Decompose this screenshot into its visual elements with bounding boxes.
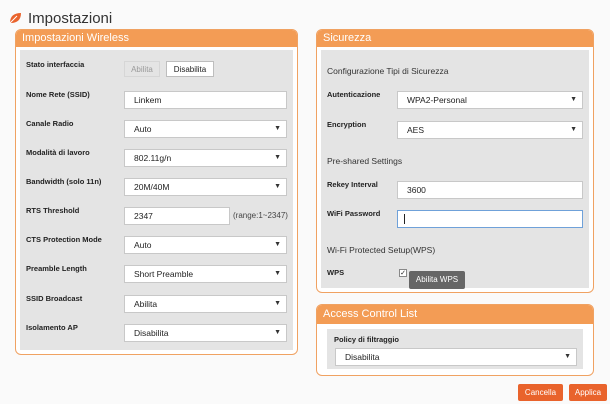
preamble-select[interactable]: Short Preamble ▼ xyxy=(124,265,287,283)
ssid-input[interactable]: Linkem xyxy=(124,91,287,109)
autenticazione-select[interactable]: WPA2-Personal ▼ xyxy=(397,91,583,109)
row-bandwidth: Bandwidth (solo 11n) 20M/40M ▼ xyxy=(20,173,293,199)
wireless-panel-title: Impostazioni Wireless xyxy=(16,30,297,47)
row-wps: WPS ✓ Abilita WPS xyxy=(321,264,589,290)
bandwidth-label: Bandwidth (solo 11n) xyxy=(26,177,102,186)
canale-value: Auto xyxy=(134,124,152,134)
dropdown-arrow-icon: ▼ xyxy=(564,353,571,360)
modalita-select[interactable]: 802.11g/n ▼ xyxy=(124,149,287,167)
preshared-settings-heading: Pre-shared Settings xyxy=(327,156,403,166)
dropdown-arrow-icon: ▼ xyxy=(274,125,281,132)
dropdown-arrow-icon: ▼ xyxy=(274,270,281,277)
policy-value: Disabilita xyxy=(345,352,380,362)
bandwidth-value: 20M/40M xyxy=(134,182,170,192)
row-preamble: Preamble Length Short Preamble ▼ xyxy=(20,260,293,286)
cts-label: CTS Protection Mode xyxy=(26,235,102,244)
rts-range: (range:1~2347) xyxy=(233,211,288,220)
preamble-value: Short Preamble xyxy=(134,269,194,279)
row-stato-interfaccia: Stato interfaccia Abilita Disabilita xyxy=(20,56,293,82)
sicurezza-panel: Sicurezza Configurazione Tipi di Sicurez… xyxy=(316,29,594,293)
modalita-label: Modalità di lavoro xyxy=(26,148,90,157)
policy-select[interactable]: Disabilita ▼ xyxy=(335,348,577,366)
page-title: Impostazioni xyxy=(28,9,113,27)
cancel-button[interactable]: Cancella xyxy=(518,384,563,401)
ssid-broadcast-value: Abilita xyxy=(134,299,158,309)
encryption-value: AES xyxy=(407,125,425,135)
row-encryption: Encryption AES ▼ xyxy=(321,116,589,142)
wireless-panel-body: Stato interfaccia Abilita Disabilita Nom… xyxy=(20,50,293,350)
wireless-panel: Impostazioni Wireless Stato interfaccia … xyxy=(15,29,298,355)
preamble-label: Preamble Length xyxy=(26,264,87,273)
rts-input[interactable]: 2347 xyxy=(124,207,230,225)
canale-select[interactable]: Auto ▼ xyxy=(124,120,287,138)
autenticazione-value: WPA2-Personal xyxy=(407,95,467,105)
row-isolamento: Isolamento AP Disabilita ▼ xyxy=(20,319,293,345)
rekey-label: Rekey Interval xyxy=(327,180,378,189)
bandwidth-select[interactable]: 20M/40M ▼ xyxy=(124,178,287,196)
ssid-broadcast-select[interactable]: Abilita ▼ xyxy=(124,295,287,313)
config-tipi-sicurezza-heading: Configurazione Tipi di Sicurezza xyxy=(327,66,449,76)
ssid-broadcast-label: SSID Broadcast xyxy=(26,294,83,303)
wps-checkbox[interactable]: ✓ xyxy=(399,269,407,277)
isolamento-label: Isolamento AP xyxy=(26,323,78,332)
rekey-input[interactable]: 3600 xyxy=(397,181,583,199)
dropdown-arrow-icon: ▼ xyxy=(274,329,281,336)
dropdown-arrow-icon: ▼ xyxy=(274,300,281,307)
disabilita-toggle[interactable]: Disabilita xyxy=(166,61,214,77)
encryption-select[interactable]: AES ▼ xyxy=(397,121,583,139)
modalita-value: 802.11g/n xyxy=(134,153,172,163)
wps-label: WPS xyxy=(327,268,345,277)
row-rekey: Rekey Interval 3600 xyxy=(321,176,589,202)
row-canale: Canale Radio Auto ▼ xyxy=(20,115,293,141)
leaf-icon xyxy=(9,13,21,24)
row-ssid: Nome Rete (SSID) Linkem xyxy=(20,86,293,112)
row-cts: CTS Protection Mode Auto ▼ xyxy=(20,231,293,257)
dropdown-arrow-icon: ▼ xyxy=(570,126,577,133)
isolamento-select[interactable]: Disabilita ▼ xyxy=(124,324,287,342)
abilita-toggle[interactable]: Abilita xyxy=(124,61,160,77)
acl-panel-body: Policy di filtraggio Disabilita ▼ xyxy=(327,329,583,369)
text-cursor xyxy=(404,214,405,224)
cts-value: Auto xyxy=(134,240,152,250)
cts-select[interactable]: Auto ▼ xyxy=(124,236,287,254)
dropdown-arrow-icon: ▼ xyxy=(274,154,281,161)
rts-label: RTS Threshold xyxy=(26,206,80,215)
canale-label: Canale Radio xyxy=(26,119,74,128)
row-autenticazione: Autenticazione WPA2-Personal ▼ xyxy=(321,86,589,112)
sicurezza-panel-title: Sicurezza xyxy=(317,30,593,47)
acl-panel: Access Control List Policy di filtraggio… xyxy=(316,304,594,376)
row-rts: RTS Threshold 2347 (range:1~2347) xyxy=(20,202,293,228)
encryption-label: Encryption xyxy=(327,120,367,129)
isolamento-value: Disabilita xyxy=(134,328,169,338)
dropdown-arrow-icon: ▼ xyxy=(274,183,281,190)
abilita-wps-button[interactable]: Abilita WPS xyxy=(409,271,465,289)
stato-interfaccia-label: Stato interfaccia xyxy=(26,60,85,69)
ssid-label: Nome Rete (SSID) xyxy=(26,90,90,99)
apply-button[interactable]: Applica xyxy=(569,384,607,401)
page-header: Impostazioni xyxy=(8,8,112,28)
sicurezza-panel-body: Configurazione Tipi di Sicurezza Autenti… xyxy=(321,50,589,290)
dropdown-arrow-icon: ▼ xyxy=(570,96,577,103)
autenticazione-label: Autenticazione xyxy=(327,90,381,99)
row-modalita: Modalità di lavoro 802.11g/n ▼ xyxy=(20,144,293,170)
dropdown-arrow-icon: ▼ xyxy=(274,241,281,248)
wifi-password-input[interactable] xyxy=(397,210,583,228)
wps-heading: Wi-Fi Protected Setup(WPS) xyxy=(327,245,436,255)
acl-panel-title: Access Control List xyxy=(317,305,593,324)
row-ssid-broadcast: SSID Broadcast Abilita ▼ xyxy=(20,290,293,316)
row-password: WiFi Password xyxy=(321,205,589,231)
policy-label: Policy di filtraggio xyxy=(334,335,400,344)
password-label: WiFi Password xyxy=(327,209,381,218)
